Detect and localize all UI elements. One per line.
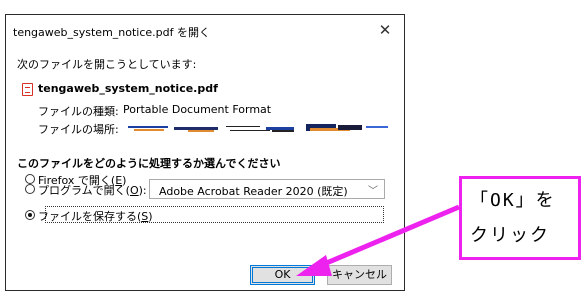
radio-open-firefox[interactable] (25, 174, 35, 184)
option-open-program-label: プログラムで開く( (38, 184, 130, 197)
download-dialog: tengaweb_system_notice.pdf を開く ✕ 次のファイルを… (5, 14, 405, 291)
radio-open-program[interactable] (25, 184, 35, 194)
chevron-down-icon: ﹀ (368, 186, 378, 197)
option-save-file-suffix: ) (148, 210, 153, 223)
question-text: このファイルをどのように処理するか選んでください (17, 157, 281, 170)
dialog-titlebar: tengaweb_system_notice.pdf を開く ✕ (6, 15, 404, 45)
file-location-label: ファイルの場所: (38, 123, 119, 136)
callout-line-1: 「OK」を (470, 190, 556, 211)
redacted-file-location (126, 122, 394, 134)
callout-line-2: クリック (470, 225, 550, 246)
pdf-icon (22, 83, 33, 96)
intro-text: 次のファイルを開こうとしています: (17, 58, 197, 71)
option-save-file-label: ファイルを保存する( (38, 210, 142, 223)
instruction-callout: 「OK」を クリック (459, 176, 581, 260)
option-open-program[interactable]: プログラムで開く(O): (38, 182, 147, 198)
radio-save-file[interactable] (25, 210, 35, 220)
program-select-value: Adobe Acrobat Reader 2020 (既定) (159, 185, 348, 198)
ok-button-label: OK (274, 268, 291, 281)
option-open-program-key: O (129, 184, 139, 197)
cancel-button-label: キャンセル (332, 268, 387, 281)
file-type-value: Portable Document Format (123, 103, 272, 116)
file-type-label: ファイルの種類: (38, 105, 119, 118)
option-save-file[interactable]: ファイルを保存する(S) (38, 208, 153, 224)
program-select[interactable]: Adobe Acrobat Reader 2020 (既定) ﹀ (149, 179, 385, 199)
ok-button[interactable]: OK (250, 265, 315, 285)
cancel-button[interactable]: キャンセル (327, 265, 392, 285)
option-open-program-suffix: ): (138, 184, 147, 197)
file-name: tengaweb_system_notice.pdf (38, 82, 218, 95)
dialog-title: tengaweb_system_notice.pdf を開く (13, 26, 211, 39)
close-icon[interactable]: ✕ (376, 21, 394, 39)
